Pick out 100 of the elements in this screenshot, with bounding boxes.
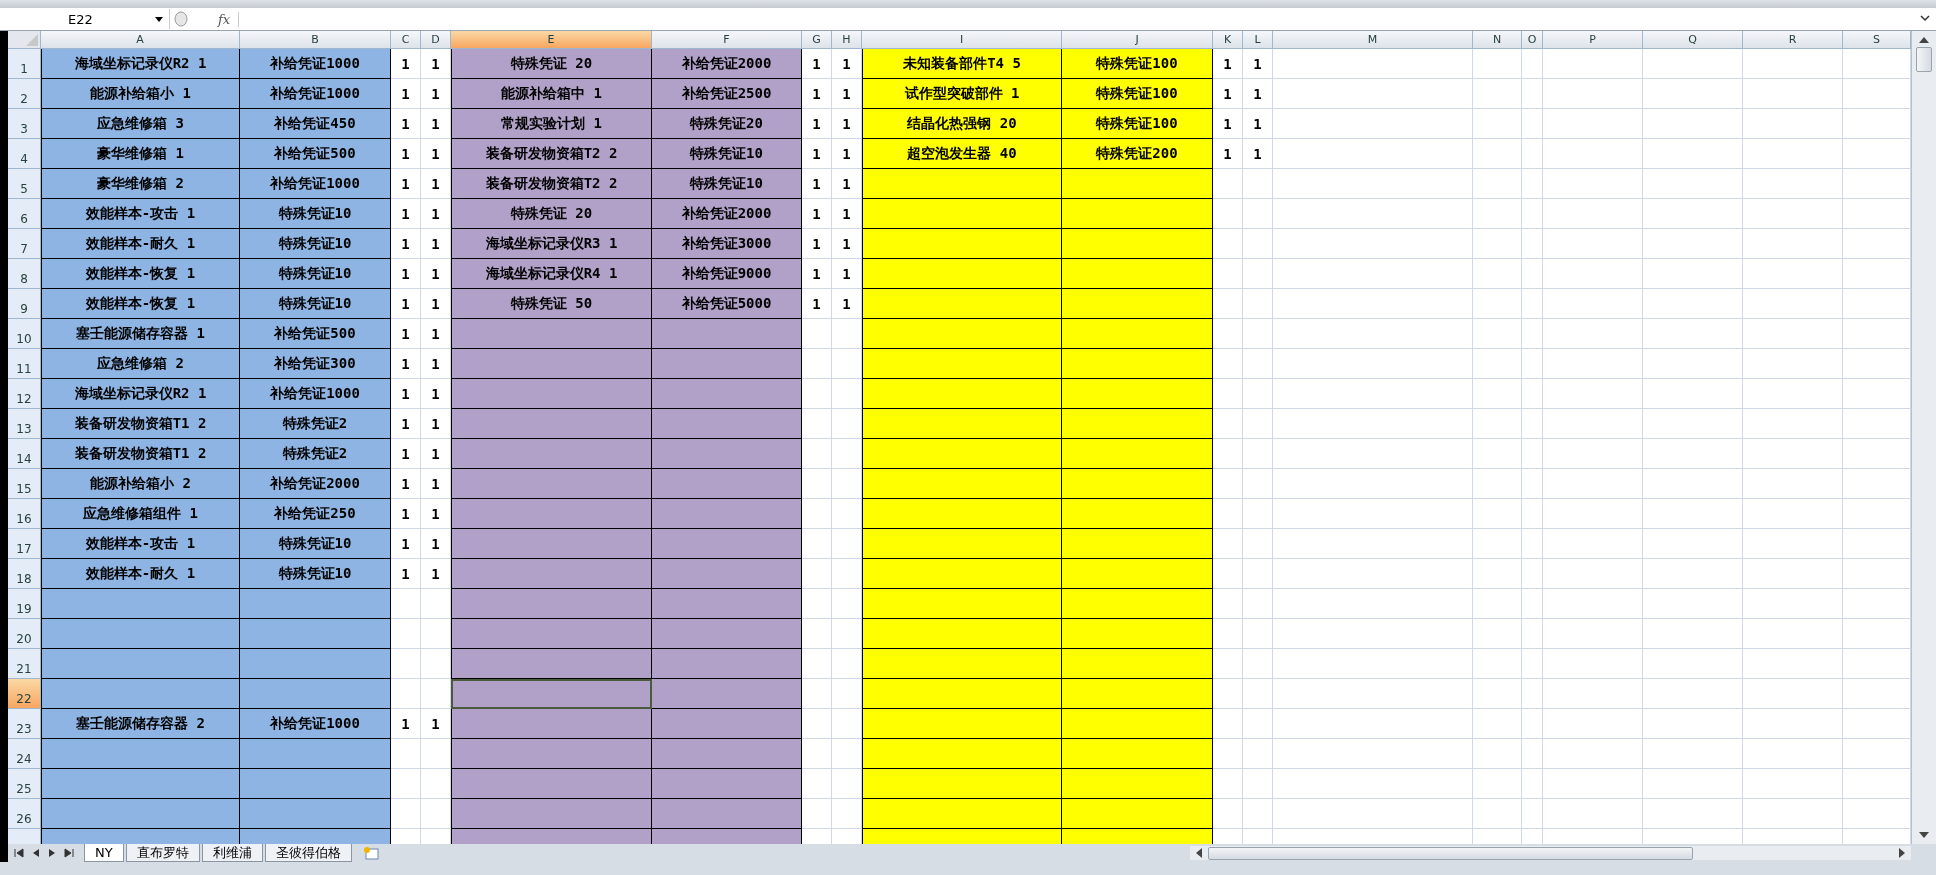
column-header[interactable]: I	[862, 31, 1062, 49]
table-cell: 装备研发物资箱T1 2	[41, 439, 240, 469]
table-cell	[1213, 259, 1243, 289]
column-header[interactable]: L	[1243, 31, 1273, 49]
column-header[interactable]: H	[832, 31, 862, 49]
row-header[interactable]: 17	[8, 529, 41, 559]
function-button[interactable]: fx	[188, 11, 240, 27]
table-cell: 1	[1213, 79, 1243, 109]
table-cell	[391, 619, 421, 649]
row-header[interactable]: 20	[8, 619, 41, 649]
table-cell: 1	[802, 229, 832, 259]
column-header[interactable]: O	[1522, 31, 1543, 49]
next-sheet-icon[interactable]	[48, 848, 56, 858]
table-cell	[1522, 709, 1543, 739]
table-cell: 塞壬能源储存容器 2	[41, 709, 240, 739]
row-header[interactable]: 14	[8, 439, 41, 469]
column-header[interactable]: S	[1843, 31, 1911, 49]
table-cell	[1522, 109, 1543, 139]
row-header[interactable]: 23	[8, 709, 41, 739]
row-header[interactable]: 10	[8, 319, 41, 349]
row-header[interactable]: 12	[8, 379, 41, 409]
row-header[interactable]: 22	[8, 679, 41, 709]
scroll-down-icon[interactable]	[1919, 832, 1929, 838]
row-header[interactable]: 13	[8, 409, 41, 439]
row-header[interactable]: 11	[8, 349, 41, 379]
table-cell	[1522, 559, 1543, 589]
column-header[interactable]: K	[1213, 31, 1243, 49]
last-sheet-icon[interactable]	[64, 848, 74, 858]
table-cell: 1	[391, 229, 421, 259]
table-cell: 特殊凭证 20	[451, 49, 652, 79]
splitter-handle-icon[interactable]	[174, 11, 188, 27]
column-header[interactable]: J	[1062, 31, 1213, 49]
sheet-tab[interactable]: 利维浦	[201, 844, 263, 862]
column-header[interactable]: M	[1273, 31, 1473, 49]
table-cell: 未知装备部件T4 5	[862, 49, 1062, 79]
row-header[interactable]: 1	[8, 49, 41, 79]
table-cell	[1522, 379, 1543, 409]
scroll-up-icon[interactable]	[1919, 37, 1929, 43]
vertical-scrollbar[interactable]	[1911, 31, 1936, 844]
table-cell	[1522, 199, 1543, 229]
row-header[interactable]: 8	[8, 259, 41, 289]
table-cell	[1522, 439, 1543, 469]
table-cell: 1	[391, 139, 421, 169]
table-cell	[1473, 79, 1522, 109]
row-header[interactable]: 18	[8, 559, 41, 589]
row-header[interactable]: 26	[8, 799, 41, 829]
sheet-tab[interactable]: 圣彼得伯格	[264, 844, 352, 862]
sheet-tab[interactable]: NY	[84, 844, 124, 862]
column-header[interactable]: A	[41, 31, 240, 49]
table-cell	[1213, 679, 1243, 709]
table-cell	[1473, 439, 1522, 469]
column-header[interactable]: G	[802, 31, 832, 49]
row-header[interactable]: 16	[8, 499, 41, 529]
row-header[interactable]: 15	[8, 469, 41, 499]
column-header[interactable]: Q	[1643, 31, 1743, 49]
table-cell	[1213, 619, 1243, 649]
table-cell	[1473, 109, 1522, 139]
table-cell	[1213, 409, 1243, 439]
table-cell	[1243, 169, 1273, 199]
table-cell: 海域坐标记录仪R3 1	[451, 229, 652, 259]
table-cell: 1	[1243, 79, 1273, 109]
table-cell	[1522, 319, 1543, 349]
column-header[interactable]: P	[1543, 31, 1643, 49]
column-header[interactable]: N	[1473, 31, 1522, 49]
triangle-icon	[26, 34, 38, 46]
row-header[interactable]: 4	[8, 139, 41, 169]
column-header[interactable]: B	[240, 31, 391, 49]
row-header[interactable]: 21	[8, 649, 41, 679]
horizontal-scrollbar[interactable]	[1189, 846, 1911, 860]
previous-sheet-icon[interactable]	[32, 848, 40, 858]
row-header[interactable]: 7	[8, 229, 41, 259]
table-cell: 1	[1243, 49, 1273, 79]
table-cell: 超空泡发生器 40	[862, 139, 1062, 169]
row-header[interactable]: 3	[8, 109, 41, 139]
scroll-thumb[interactable]	[1207, 846, 1693, 860]
row-header[interactable]: 6	[8, 199, 41, 229]
row-header[interactable]: 5	[8, 169, 41, 199]
table-cell: 特殊凭证10	[240, 229, 391, 259]
table-cell	[1522, 229, 1543, 259]
column-header[interactable]: E	[451, 31, 652, 49]
table-cell	[802, 679, 832, 709]
sheet-tab[interactable]: 直布罗特	[125, 844, 200, 862]
row-header[interactable]: 25	[8, 769, 41, 799]
row-header[interactable]: 9	[8, 289, 41, 319]
scroll-thumb[interactable]	[1916, 47, 1932, 72]
table-cell: 效能样本-耐久 1	[41, 559, 240, 589]
column-header[interactable]: F	[652, 31, 802, 49]
row-header[interactable]: 24	[8, 739, 41, 769]
first-sheet-icon[interactable]	[14, 848, 24, 858]
table-cell: 能源补给箱小 2	[41, 469, 240, 499]
column-header[interactable]: D	[421, 31, 451, 49]
row-header[interactable]: 19	[8, 589, 41, 619]
table-cell: 能源补给箱小 1	[41, 79, 240, 109]
scroll-right-icon[interactable]	[1899, 848, 1905, 858]
scroll-left-icon[interactable]	[1195, 848, 1202, 858]
name-box[interactable]: E22	[8, 9, 170, 29]
expand-icon[interactable]	[1920, 15, 1930, 23]
column-header[interactable]: C	[391, 31, 421, 49]
row-header[interactable]: 2	[8, 79, 41, 109]
column-header[interactable]: R	[1743, 31, 1843, 49]
